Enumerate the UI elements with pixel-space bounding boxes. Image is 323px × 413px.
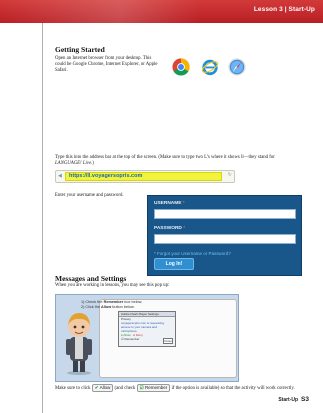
username-label: USERNAME * <box>154 201 185 206</box>
back-arrow-icon[interactable]: ◀ <box>58 173 62 179</box>
note-mid: (and check <box>114 386 136 392</box>
instruction-pre: Type this into the address bar at the to… <box>55 155 275 160</box>
address-bar[interactable]: ◀ https://ll.voyagersopris.com ↻ <box>55 170 235 183</box>
login-instruction: Enter your username and password. <box>55 193 124 198</box>
header-banner: Lesson 3 | Start-Up <box>0 0 323 23</box>
footer-section: Start-Up <box>278 397 299 403</box>
forgot-credentials-link[interactable]: * Forgot your Username or Password? <box>154 251 231 256</box>
chrome-icon <box>172 58 190 76</box>
flash-settings-dialog: Adobe Flash Player Settings Privacy voya… <box>118 311 176 347</box>
getting-started-heading: Getting Started <box>55 45 105 54</box>
note-pre: Make sure to click <box>55 386 91 392</box>
banner-highlight <box>0 0 200 23</box>
password-field[interactable] <box>154 234 296 244</box>
lesson-label: Lesson 3 | Start-Up <box>253 6 315 13</box>
page-footer: Start-Up S3 <box>278 396 309 403</box>
instruction-em: LANGUAGE! Live <box>55 161 92 166</box>
url-text[interactable]: https://ll.voyagersopris.com <box>65 172 222 181</box>
remember-chip: ☑ Remember <box>136 384 171 392</box>
login-button[interactable]: Log In! <box>154 258 194 270</box>
password-label: PASSWORD * <box>154 226 186 231</box>
popup-steps: 1) Check the Remember box below. 2) Clic… <box>81 300 142 310</box>
margin-rule <box>42 23 43 413</box>
address-bar-instruction: Type this into the address bar at the to… <box>55 155 295 167</box>
check-icon: ✔ <box>94 385 99 390</box>
internet-explorer-icon <box>201 59 219 76</box>
dialog-request-text: voyagersopris.com is requesting access t… <box>121 321 165 333</box>
allow-instruction: Make sure to click ✔ Allow (and check ☑ … <box>55 384 295 392</box>
safari-icon <box>228 58 246 76</box>
dialog-close-button[interactable]: Close <box>163 338 173 344</box>
username-field[interactable] <box>154 209 296 219</box>
getting-started-intro: Open an Internet browser from your deskt… <box>55 56 158 73</box>
login-panel: USERNAME * PASSWORD * * Forgot your User… <box>147 195 302 276</box>
messages-intro: When you are working in lessons, you may… <box>55 283 170 288</box>
popup-step-2: 2) Click the Allow button below. <box>81 305 135 309</box>
instruction-post: .) <box>91 161 94 166</box>
avatar-character <box>66 313 92 375</box>
reload-icon[interactable]: ↻ <box>228 172 232 178</box>
allow-chip: ✔ Allow <box>91 384 114 392</box>
messages-heading: Messages and Settings <box>55 274 127 283</box>
page-number: S3 <box>301 396 309 403</box>
note-post: if the option is available) so that the … <box>171 386 295 392</box>
checkbox-icon: ☑ <box>139 385 144 390</box>
